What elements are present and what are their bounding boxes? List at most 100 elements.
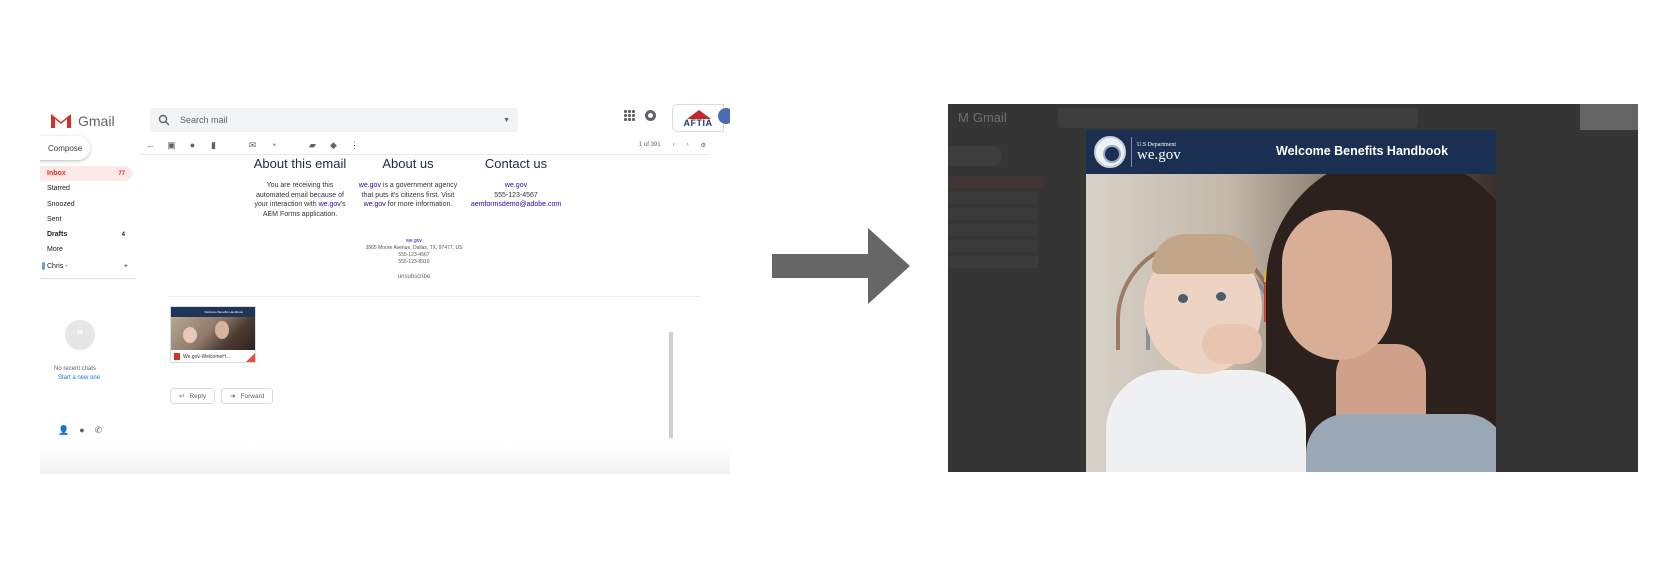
prev-page-icon[interactable]: ‹ (673, 142, 675, 148)
email-footer-columns: About this email You are receiving this … (250, 156, 566, 219)
scrollbar[interactable] (669, 332, 673, 438)
divider (140, 154, 710, 155)
seal-icon (1094, 136, 1126, 168)
handbook-title: Welcome Benefits Handbook (1276, 144, 1449, 158)
sidebar-item-label: Snoozed (47, 200, 75, 208)
divider (168, 296, 700, 297)
label-icon[interactable]: ◆ (329, 140, 338, 150)
start-chat-link[interactable]: Start a new one (58, 375, 100, 381)
contact-column: Contact us we.gov 555-123-4567 aemformsd… (466, 156, 566, 219)
sidebar-item-sent[interactable]: Sent (40, 212, 132, 227)
reply-button[interactable]: ↩ Reply (170, 388, 216, 404)
contact-email-link[interactable]: aemformsdemo@adobe.com (471, 201, 561, 208)
org-logo-text: AFTIA (683, 118, 713, 128)
search-bar[interactable]: Search mail ▼ (150, 108, 518, 132)
sidebar-item-count: 77 (118, 170, 125, 177)
hangouts-icon: " (65, 320, 95, 350)
hangouts-account[interactable]: Chris - + (40, 262, 132, 270)
hangouts-chat-icon[interactable]: ● (79, 425, 84, 435)
sidebar-item-count: 4 (121, 231, 125, 238)
phone-line: 555-123-8910 (398, 259, 430, 265)
report-spam-icon[interactable]: ● (188, 140, 197, 150)
sidebar-item-inbox[interactable]: Inbox 77 (40, 166, 132, 181)
wegov-link[interactable]: we.gov (364, 201, 386, 208)
divider (40, 278, 136, 279)
delete-icon[interactable]: ▮ (209, 140, 218, 150)
forward-icon: ➜ (230, 393, 236, 400)
settings-gear-icon[interactable]: ⚙ (701, 142, 706, 149)
mark-unread-icon[interactable]: ✉ (248, 140, 257, 150)
attachment-preview-overlay: M Gmail U.S Department we.gov Welcome Ben… (948, 104, 1638, 472)
contact-heading: Contact us (484, 156, 548, 171)
account-caret-icon[interactable]: - (65, 263, 67, 270)
about-email-heading: About this email (253, 156, 347, 171)
search-options-icon[interactable]: ▼ (503, 117, 510, 124)
hangouts-bottom-bar: 👤 ● ✆ (40, 422, 140, 438)
apps-grid-icon[interactable] (624, 110, 635, 121)
next-page-icon[interactable]: › (687, 142, 689, 148)
department-logo: U.S Department we.gov (1137, 142, 1181, 163)
search-input[interactable]: Search mail (180, 115, 503, 125)
more-options-icon[interactable]: ⋮ (350, 140, 359, 150)
phone-icon[interactable]: ✆ (95, 425, 103, 436)
about-email-column: About this email You are receiving this … (250, 156, 350, 219)
account-name: Chris (47, 262, 64, 270)
attachment-thumb-header: Welcome Benefits Handbook (171, 307, 255, 317)
sidebar-item-label: Inbox (47, 170, 66, 177)
no-chats-text: No recent chats (54, 366, 97, 372)
about-us-heading: About us (382, 156, 434, 171)
sidebar-item-starred[interactable]: Starred (40, 181, 132, 196)
message-toolbar: ← ▣ ● ▮ ✉ ◔ ▰ ◆ ⋮ 1 of 391 ‹ › ⚙ (146, 136, 706, 154)
transition-arrow-icon (772, 228, 910, 304)
unsubscribe-link[interactable]: unsubscribe (340, 274, 488, 280)
pdf-icon (174, 353, 180, 360)
gmail-brand: Gmail (78, 112, 115, 129)
snooze-icon[interactable]: ◔ (269, 140, 278, 150)
about-us-text: we.gov is a government agency that puts … (358, 182, 458, 208)
move-to-icon[interactable]: ▰ (308, 140, 317, 150)
gmail-window: Gmail Search mail ▼ AFTIA Compose Inbox … (40, 104, 730, 474)
status-dot-icon (42, 262, 45, 270)
address-block: we.gov 3565 Moore Avenue, Dallas, TX, 97… (340, 238, 488, 266)
address-line: 3565 Moore Avenue, Dallas, TX, 97477, US (365, 245, 463, 251)
attachment-caption: We.gov-WelcomeH... (171, 350, 255, 362)
compose-button[interactable]: Compose (40, 136, 90, 160)
attachment-card[interactable]: Welcome Benefits Handbook We.gov-Welcome… (170, 306, 256, 363)
sidebar-item-label: Sent (47, 215, 62, 223)
reply-icon: ↩ (179, 393, 185, 400)
sidebar-item-drafts[interactable]: Drafts 4 (40, 227, 132, 242)
search-icon (158, 114, 170, 126)
wegov-link[interactable]: we.gov (359, 182, 381, 189)
contacts-icon[interactable]: 👤 (58, 425, 69, 436)
wegov-link[interactable]: we.gov (340, 238, 488, 245)
mother-and-baby-photo (1086, 174, 1496, 472)
wegov-link[interactable]: we.gov (319, 201, 341, 208)
archive-icon[interactable]: ▣ (167, 140, 176, 150)
attachment-name: We.gov-WelcomeH... (183, 353, 231, 360)
avatar[interactable] (718, 108, 730, 124)
sidebar-item-label: Starred (47, 185, 70, 193)
sidebar-item-label: More (47, 246, 63, 254)
gmail-m-icon (50, 112, 72, 129)
forward-button[interactable]: ➜ Forward (221, 388, 274, 404)
sidebar-item-label: Drafts (47, 231, 68, 239)
wegov-link[interactable]: we.gov (505, 182, 527, 189)
attachment-thumbnail (171, 317, 255, 350)
department-name: we.gov (1137, 146, 1181, 163)
org-logo[interactable]: AFTIA (672, 104, 724, 132)
handbook-header: U.S Department we.gov Welcome Benefits H… (1086, 130, 1496, 174)
handbook-preview[interactable]: U.S Department we.gov Welcome Benefits H… (1086, 130, 1496, 472)
support-icon[interactable] (645, 110, 656, 121)
phone-line: 555-123-4567 (398, 252, 430, 258)
message-actions: ↩ Reply ➜ Forward (170, 388, 274, 404)
about-us-column: About us we.gov is a government agency t… (358, 156, 458, 219)
sidebar-item-snoozed[interactable]: Snoozed (40, 197, 132, 212)
contact-phone: 555-123-4567 (494, 191, 538, 199)
back-arrow-icon[interactable]: ← (146, 140, 155, 150)
pager-count: 1 of 391 (638, 142, 661, 148)
gmail-logo[interactable]: Gmail (50, 112, 115, 129)
about-email-text: You are receiving this automated email b… (254, 182, 346, 218)
sidebar-nav: Inbox 77 Starred Snoozed Sent Drafts 4 M… (40, 166, 132, 258)
sidebar-item-more[interactable]: More (40, 242, 132, 257)
add-contact-button[interactable]: + (124, 263, 128, 270)
